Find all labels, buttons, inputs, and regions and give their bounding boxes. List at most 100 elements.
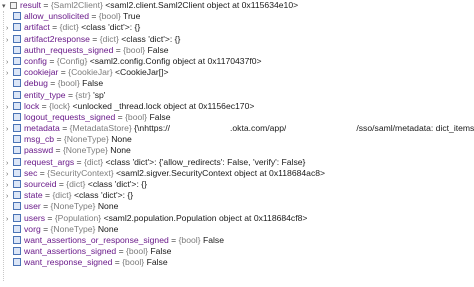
field-name: artifact2response (24, 33, 90, 44)
chevron-right-icon[interactable]: › (6, 180, 13, 190)
field-value: <class 'dict'>: {} (81, 22, 141, 33)
field-row-state[interactable]: › state = {dict} <class 'dict'>: {} (0, 190, 474, 201)
chevron-right-icon[interactable]: › (6, 57, 13, 67)
field-name: allow_unsolicited (24, 11, 89, 22)
chevron-right-icon[interactable]: › (6, 23, 13, 33)
field-type: {bool} (122, 257, 145, 268)
field-value-part: .okta.com/app/ (230, 123, 287, 134)
field-value: None (97, 223, 119, 234)
field-icon (13, 213, 21, 222)
variable-icon (10, 2, 17, 9)
field-icon (13, 258, 21, 267)
field-row-user[interactable]: ›user = {NoneType} None (0, 201, 474, 212)
field-value: None (111, 134, 132, 145)
field-name: want_assertions_signed (24, 246, 117, 257)
field-row-want-assertions-signed[interactable]: ›want_assertions_signed = {bool} False (0, 246, 474, 257)
field-icon (13, 12, 21, 21)
field-value: False (202, 234, 224, 245)
chevron-right-icon[interactable]: › (6, 102, 13, 112)
field-row-config[interactable]: › config = {Config} <saml2.config.Config … (0, 56, 474, 67)
field-row-passwd[interactable]: ›passwd = {NoneType} None (0, 145, 474, 156)
field-name: config (24, 55, 47, 66)
field-type: {MetadataStore} (69, 123, 132, 134)
field-type: {dict} (83, 156, 104, 167)
field-icon (13, 79, 21, 88)
field-row-allow-unsolicited[interactable]: ›allow_unsolicited = {bool} True (0, 11, 474, 22)
chevron-down-icon[interactable]: ▾ (2, 1, 10, 11)
field-type: {bool} (178, 234, 201, 245)
field-value: <class 'dict'>: {} (73, 190, 134, 201)
field-type: {dict} (66, 179, 86, 189)
field-row-sourceid[interactable]: › sourceid = {dict} <class 'dict'>: {} (0, 179, 474, 190)
field-row-request-args[interactable]: › request_args = {dict} <class 'dict'>: {… (0, 157, 474, 168)
field-name: lock (24, 100, 40, 111)
field-name: authn_requests_signed (24, 44, 114, 55)
field-name: logout_requests_signed (24, 111, 116, 122)
field-value: <saml2.population.Population object at 0… (103, 212, 308, 223)
field-name: users (24, 212, 46, 223)
field-value: <class 'dict'>: {'allow_redirects': Fals… (105, 156, 306, 167)
field-row-msg-cb[interactable]: ›msg_cb = {NoneType} None (0, 134, 474, 145)
field-row-users[interactable]: › users = {Population} <saml2.population.… (0, 213, 474, 224)
field-name: request_args (24, 156, 75, 167)
field-name: sourceid (24, 179, 57, 189)
field-row-cookiejar[interactable]: › cookiejar = {CookieJar} <CookieJar[]> (0, 67, 474, 78)
field-value-part: /sso/saml/metadata: dict_items (356, 123, 474, 134)
variable-row-result[interactable]: ▾ result = {Saml2Client} <saml2.client.Sa… (0, 0, 474, 11)
variable-name: result (20, 0, 42, 10)
field-row-entity-type[interactable]: ›entity_type = {str} 'sp' (0, 90, 474, 101)
field-icon (13, 56, 21, 65)
redacted-region (286, 124, 357, 133)
chevron-right-icon[interactable]: › (6, 169, 13, 179)
field-type: {NoneType} (50, 223, 96, 234)
field-value: <unlocked _thread.lock object at 0x1156e… (72, 100, 255, 111)
field-icon (13, 247, 21, 256)
field-type: {str} (75, 89, 91, 100)
field-name: debug (24, 78, 48, 89)
field-icon (13, 124, 21, 133)
field-value: False (146, 257, 168, 268)
field-row-logout-requests-signed[interactable]: ›logout_requests_signed = {bool} False (0, 112, 474, 123)
field-row-artifact2response[interactable]: › artifact2response = {dict} <class 'dict… (0, 34, 474, 45)
field-type: {bool} (125, 111, 148, 122)
field-row-artifact[interactable]: › artifact = {dict} <class 'dict'>: {} (0, 22, 474, 33)
field-row-debug[interactable]: ›debug = {bool} False (0, 78, 474, 89)
chevron-right-icon[interactable]: › (6, 35, 13, 45)
chevron-right-icon[interactable]: › (6, 158, 13, 168)
field-type: {NoneType} (63, 134, 109, 145)
field-type: {dict} (52, 190, 72, 201)
field-value: <saml2.sigver.SecurityContext object at … (115, 167, 326, 178)
field-icon (13, 180, 21, 188)
chevron-right-icon[interactable]: › (6, 68, 13, 78)
variable-type: {Saml2Client} (50, 0, 103, 10)
field-icon (13, 202, 21, 211)
field-icon (13, 168, 21, 177)
field-name: want_response_signed (24, 257, 113, 268)
field-row-metadata[interactable]: › metadata = {MetadataStore} {\nhttps://.… (0, 123, 474, 134)
field-icon (13, 112, 21, 121)
field-icon (13, 23, 21, 32)
field-row-want-response-signed[interactable]: ›want_response_signed = {bool} False (0, 257, 474, 268)
field-row-vorg[interactable]: ›vorg = {NoneType} None (0, 224, 474, 235)
field-value: False (147, 44, 169, 55)
chevron-right-icon[interactable]: › (6, 124, 13, 134)
field-icon (13, 45, 21, 54)
field-row-lock[interactable]: › lock = {lock} <unlocked _thread.lock ob… (0, 101, 474, 112)
field-name: want_assertions_or_response_signed (24, 234, 169, 245)
field-icon (13, 157, 21, 166)
chevron-right-icon[interactable]: › (6, 214, 13, 224)
field-type: {bool} (98, 11, 121, 22)
field-row-sec[interactable]: › sec = {SecurityContext} <saml2.sigver.S… (0, 168, 474, 179)
field-type: {bool} (123, 44, 146, 55)
field-name: passwd (24, 145, 54, 156)
field-type: {SecurityContext} (47, 167, 114, 178)
field-name: vorg (24, 223, 41, 234)
field-type: {lock} (49, 100, 71, 111)
field-row-want-assertions-or-response-signed[interactable]: ›want_assertions_or_response_signed = {b… (0, 235, 474, 246)
field-type: {NoneType} (62, 145, 108, 156)
field-value: False (82, 78, 104, 89)
field-name: state (24, 190, 43, 201)
chevron-right-icon[interactable]: › (6, 191, 13, 201)
field-type: {dict} (59, 22, 79, 33)
field-row-authn-requests-signed[interactable]: ›authn_requests_signed = {bool} False (0, 45, 474, 56)
